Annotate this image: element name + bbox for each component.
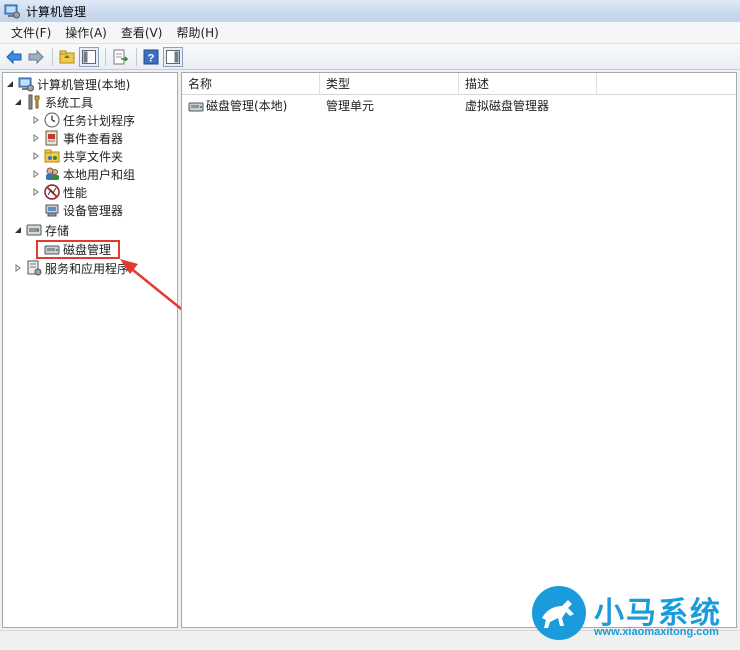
list-item[interactable]: 磁盘管理(本地) 管理单元 虚拟磁盘管理器 (182, 97, 619, 115)
watermark-url: www.xiaomaxitong.com (594, 626, 719, 638)
column-header-type[interactable]: 类型 (320, 73, 459, 95)
details-pane[interactable]: 名称 类型 描述 磁盘管理(本地) 管理单元 虚拟磁盘管理器 (181, 72, 737, 628)
column-header-name[interactable]: 名称 (182, 73, 320, 95)
list-header: 名称 类型 描述 (182, 73, 736, 95)
horse-logo-icon (532, 586, 586, 640)
list-cell-name: 磁盘管理(本地) (182, 97, 320, 115)
list-item-description: 虚拟磁盘管理器 (465, 99, 550, 113)
column-header-description[interactable]: 描述 (459, 73, 597, 95)
watermark: 小马系统 www.xiaomaxitong.com (530, 584, 740, 644)
disk-icon (188, 102, 204, 112)
list-item-type: 管理单元 (326, 99, 375, 113)
list-item-name: 磁盘管理(本地) (206, 99, 288, 113)
